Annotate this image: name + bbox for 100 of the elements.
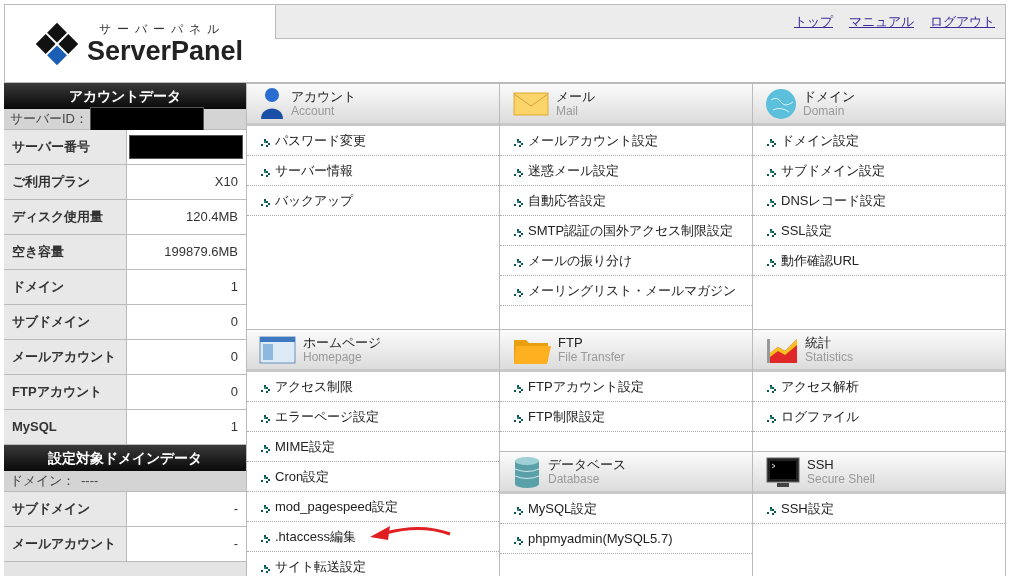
menu-link[interactable]: 自動応答設定 <box>528 192 606 210</box>
row-label: 空き容量 <box>4 235 127 269</box>
bullet-arrow-icon <box>514 138 523 147</box>
section-subtitle: Database <box>548 471 601 486</box>
section-subtitle: Statistics <box>805 349 853 364</box>
section-title: 統計 <box>805 335 832 350</box>
row-label: MySQL <box>4 410 127 444</box>
menu-link[interactable]: 迷惑メール設定 <box>528 162 619 180</box>
menu-link[interactable]: サーバー情報 <box>275 162 353 180</box>
row-value: - <box>127 492 246 526</box>
bullet-arrow-icon <box>767 506 776 515</box>
menu-link[interactable]: ログファイル <box>781 408 859 426</box>
logo-subtitle: サーバーパネル <box>98 21 226 36</box>
row-value: 1 <box>127 410 246 444</box>
nav-link[interactable]: マニュアル <box>849 11 914 32</box>
menu-link[interactable]: MySQL設定 <box>528 500 598 518</box>
bullet-arrow-icon <box>514 168 523 177</box>
nav-link[interactable]: トップ <box>794 11 833 32</box>
section-title: SSH <box>807 457 835 472</box>
bullet-arrow-icon <box>261 168 270 177</box>
row-label: ドメイン <box>4 270 127 304</box>
bullet-arrow-icon <box>767 138 776 147</box>
menu-link[interactable]: phpmyadmin(MySQL5.7) <box>528 530 673 548</box>
section-title: データベース <box>548 457 626 472</box>
menu-link[interactable]: .htaccess編集 <box>275 528 356 546</box>
database-icon <box>512 455 542 488</box>
row-value: 0 <box>127 375 246 409</box>
row-label: FTPアカウント <box>4 375 127 409</box>
bullet-arrow-icon <box>261 384 270 393</box>
row-value: 0 <box>127 305 246 339</box>
menu-link[interactable]: バックアップ <box>275 192 353 210</box>
window-icon <box>259 334 297 365</box>
section-subtitle: Account <box>291 103 336 118</box>
bullet-arrow-icon <box>514 228 523 237</box>
menu-link[interactable]: SSH設定 <box>781 500 834 518</box>
row-value: 120.4MB <box>127 200 246 234</box>
bullet-arrow-icon <box>514 384 523 393</box>
info-label: ドメイン： <box>10 472 75 491</box>
bullet-arrow-icon <box>261 504 270 513</box>
section-subtitle: Homepage <box>303 349 363 364</box>
menu-link[interactable]: FTP制限設定 <box>528 408 605 426</box>
section-title: メール <box>556 89 595 104</box>
menu-link[interactable]: サブドメイン設定 <box>781 162 885 180</box>
bullet-arrow-icon <box>767 228 776 237</box>
row-value: - <box>127 527 246 561</box>
row-label: ご利用プラン <box>4 165 127 199</box>
menu-link[interactable]: SSL設定 <box>781 222 832 240</box>
info-label: サーバーID： <box>10 110 88 129</box>
menu-link[interactable]: Cron設定 <box>275 468 330 486</box>
row-label: サーバー番号 <box>4 130 127 164</box>
bullet-arrow-icon <box>767 258 776 267</box>
menu-link[interactable]: アクセス解析 <box>781 378 859 396</box>
menu-link[interactable]: ドメイン設定 <box>781 132 859 150</box>
section-subtitle: Domain <box>803 103 846 118</box>
row-value: 0 <box>127 340 246 374</box>
bullet-arrow-icon <box>767 168 776 177</box>
info-value: ---- <box>81 472 99 491</box>
menu-link[interactable]: アクセス制限 <box>275 378 353 396</box>
row-value: 199879.6MB <box>127 235 246 269</box>
menu-link[interactable]: メーリングリスト・メールマガジン <box>528 282 736 300</box>
row-label: サブドメイン <box>4 492 127 526</box>
panel-title: アカウントデータ <box>4 83 246 109</box>
row-label: メールアカウント <box>4 340 127 374</box>
menu-link[interactable]: DNSレコード設定 <box>781 192 887 210</box>
row-label: ディスク使用量 <box>4 200 127 234</box>
bullet-arrow-icon <box>767 198 776 207</box>
row-label: メールアカウント <box>4 527 127 561</box>
bullet-arrow-icon <box>514 288 523 297</box>
bullet-arrow-icon <box>767 384 776 393</box>
menu-link[interactable]: 動作確認URL <box>781 252 859 270</box>
bullet-arrow-icon <box>514 414 523 423</box>
menu-link[interactable]: メールアカウント設定 <box>528 132 658 150</box>
section-title: ドメイン <box>803 89 855 104</box>
bullet-arrow-icon <box>261 444 270 453</box>
menu-link[interactable]: メールの振り分け <box>528 252 632 270</box>
section-subtitle: Secure Shell <box>807 471 876 486</box>
person-icon <box>259 86 285 121</box>
section-title: FTP <box>558 335 584 350</box>
logo-icon <box>35 21 79 66</box>
menu-link[interactable]: mod_pagespeed設定 <box>275 498 398 516</box>
panel-title: 設定対象ドメインデータ <box>4 445 246 471</box>
globe-icon <box>765 87 797 120</box>
menu-link[interactable]: パスワード変更 <box>275 132 366 150</box>
bullet-arrow-icon <box>514 258 523 267</box>
bullet-arrow-icon <box>514 198 523 207</box>
menu-link[interactable]: サイト転送設定 <box>275 558 366 576</box>
row-value: 1 <box>127 270 246 304</box>
bullet-arrow-icon <box>261 138 270 147</box>
menu-link[interactable]: MIME設定 <box>275 438 335 456</box>
logo-text: ServerPanel <box>87 35 244 66</box>
menu-link[interactable]: エラーページ設定 <box>275 408 379 426</box>
bullet-arrow-icon <box>261 414 270 423</box>
menu-link[interactable]: FTPアカウント設定 <box>528 378 644 396</box>
envelope-icon <box>512 89 550 118</box>
bullet-arrow-icon <box>261 564 270 573</box>
section-title: アカウント <box>291 89 356 104</box>
nav-link[interactable]: ログアウト <box>930 11 995 32</box>
menu-link[interactable]: SMTP認証の国外アクセス制限設定 <box>528 222 734 240</box>
bullet-arrow-icon <box>514 506 523 515</box>
bullet-arrow-icon <box>767 414 776 423</box>
